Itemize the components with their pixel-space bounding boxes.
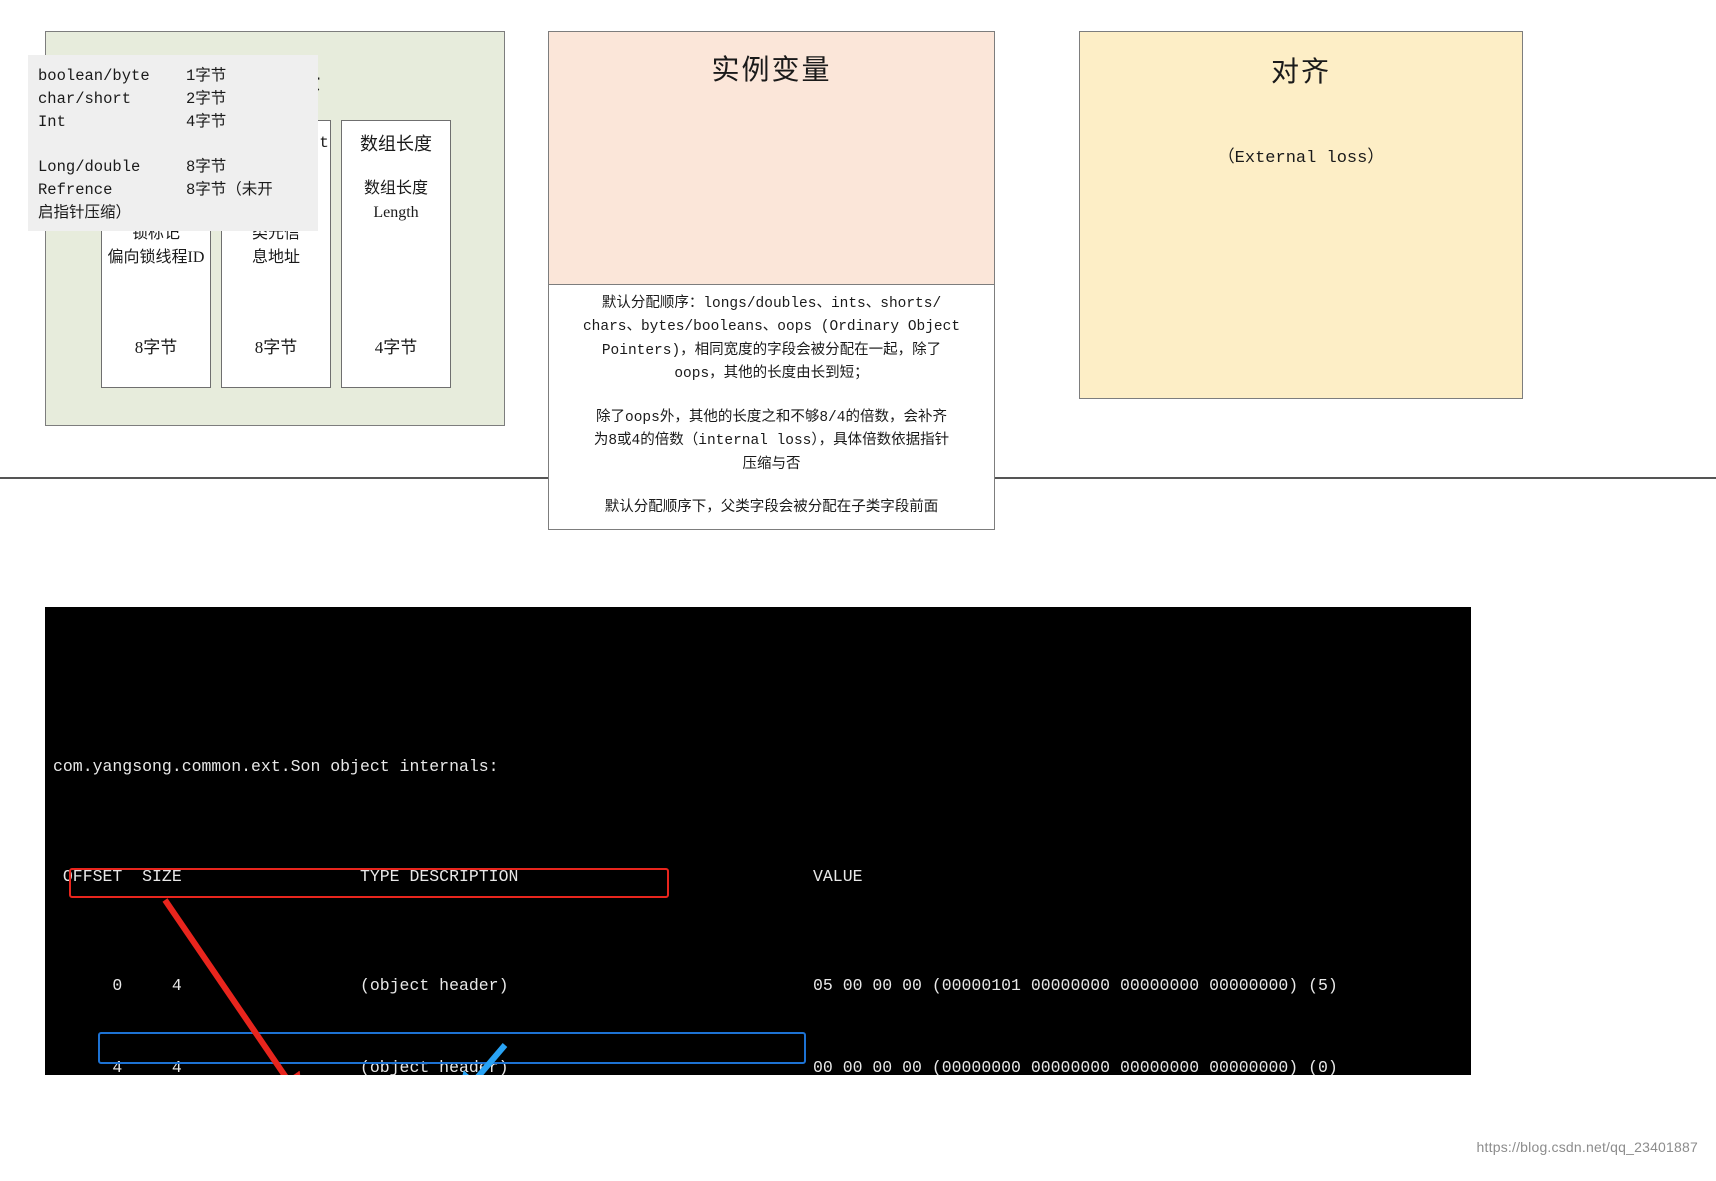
- array-length-title: 数组长度: [360, 134, 432, 154]
- panel-alignment: 对齐 （External loss）: [1079, 31, 1523, 399]
- type-size-table: boolean/byte 1字节 char/short 2字节 Int 4字节 …: [28, 55, 318, 231]
- row-value: 00 00 00 00 (00000000 00000000 00000000 …: [813, 1057, 1338, 1075]
- array-length-body: 数组长度 Length: [363, 179, 428, 221]
- type-size: 8字节（未开: [186, 180, 273, 199]
- type-size: 8字节: [186, 157, 227, 176]
- type-name: Long/double: [38, 157, 141, 176]
- note-spacer: [559, 387, 984, 407]
- table-row: Refrence 8字节（未开: [38, 179, 318, 202]
- terminal-lines: com.yangsong.common.ext.Son object inter…: [53, 672, 1471, 1075]
- table-row: 4 4 (object header) 00 00 00 00 (00000000…: [53, 1054, 1471, 1075]
- type-size: 2字节: [186, 89, 227, 108]
- type-size: 4字节: [186, 112, 227, 131]
- table-row: boolean/byte 1字节: [38, 65, 318, 88]
- type-size-continuation: 启指针压缩）: [38, 203, 132, 222]
- column-headers-left: OFFSET SIZE TYPE DESCRIPTION: [53, 866, 519, 886]
- table-row: 0 4 (object header) 05 00 00 00 (00000101…: [53, 972, 1471, 999]
- class-point-size: 8字节: [254, 337, 298, 357]
- table-row: Long/double 8字节: [38, 156, 318, 179]
- type-name: char/short: [38, 89, 132, 108]
- panel-instance-variables: 实例变量: [548, 31, 995, 285]
- panel-alignment-title: 对齐: [1270, 57, 1331, 88]
- instance-variable-notes: 默认分配顺序：longs/doubles、ints、shorts/ chars、…: [548, 285, 995, 530]
- type-size: 1字节: [186, 67, 227, 85]
- note-allocation-order: 默认分配顺序：longs/doubles、ints、shorts/ chars、…: [582, 296, 961, 383]
- row-description: 4 4 (object header): [53, 1057, 509, 1075]
- panel-instance-variables-title: 实例变量: [711, 55, 832, 86]
- row-value: 05 00 00 00 (00000101 00000000 00000000 …: [813, 975, 1338, 995]
- note-parent-fields-first: 默认分配顺序下，父类字段会被分配在子类字段前面: [604, 500, 939, 517]
- table-spacer: [38, 134, 318, 156]
- markword-size: 8字节: [134, 337, 178, 357]
- table-row: Int 4字节: [38, 111, 318, 134]
- diagram-top-area: 对象头 Markword HashCode GC分代年龄 锁标记 偏向锁线程ID…: [0, 0, 1716, 530]
- terminal-header-line: com.yangsong.common.ext.Son object inter…: [53, 757, 499, 777]
- table-row: char/short 2字节: [38, 88, 318, 111]
- external-loss-label: （External loss）: [1217, 149, 1385, 168]
- note-spacer: [559, 477, 984, 497]
- type-name: boolean/byte: [38, 67, 150, 85]
- terminal-column-headers: OFFSET SIZE TYPE DESCRIPTION VALUE: [53, 863, 1471, 890]
- watermark-text: https://blog.csdn.net/qq_23401887: [1476, 1139, 1698, 1155]
- header-cell-array-length: 数组长度 数组长度 Length 4字节: [341, 120, 451, 388]
- type-name: Int: [38, 112, 66, 131]
- column-header-value: VALUE: [813, 866, 863, 886]
- type-name: Refrence: [38, 180, 113, 199]
- array-length-size: 4字节: [374, 337, 418, 357]
- jol-terminal-output: com.yangsong.common.ext.Son object inter…: [45, 607, 1471, 1075]
- note-internal-loss: 除了oops外，其他的长度之和不够8/4的倍数，会补齐 为8或4的倍数（inte…: [593, 409, 950, 473]
- row-description: 0 4 (object header): [53, 975, 509, 995]
